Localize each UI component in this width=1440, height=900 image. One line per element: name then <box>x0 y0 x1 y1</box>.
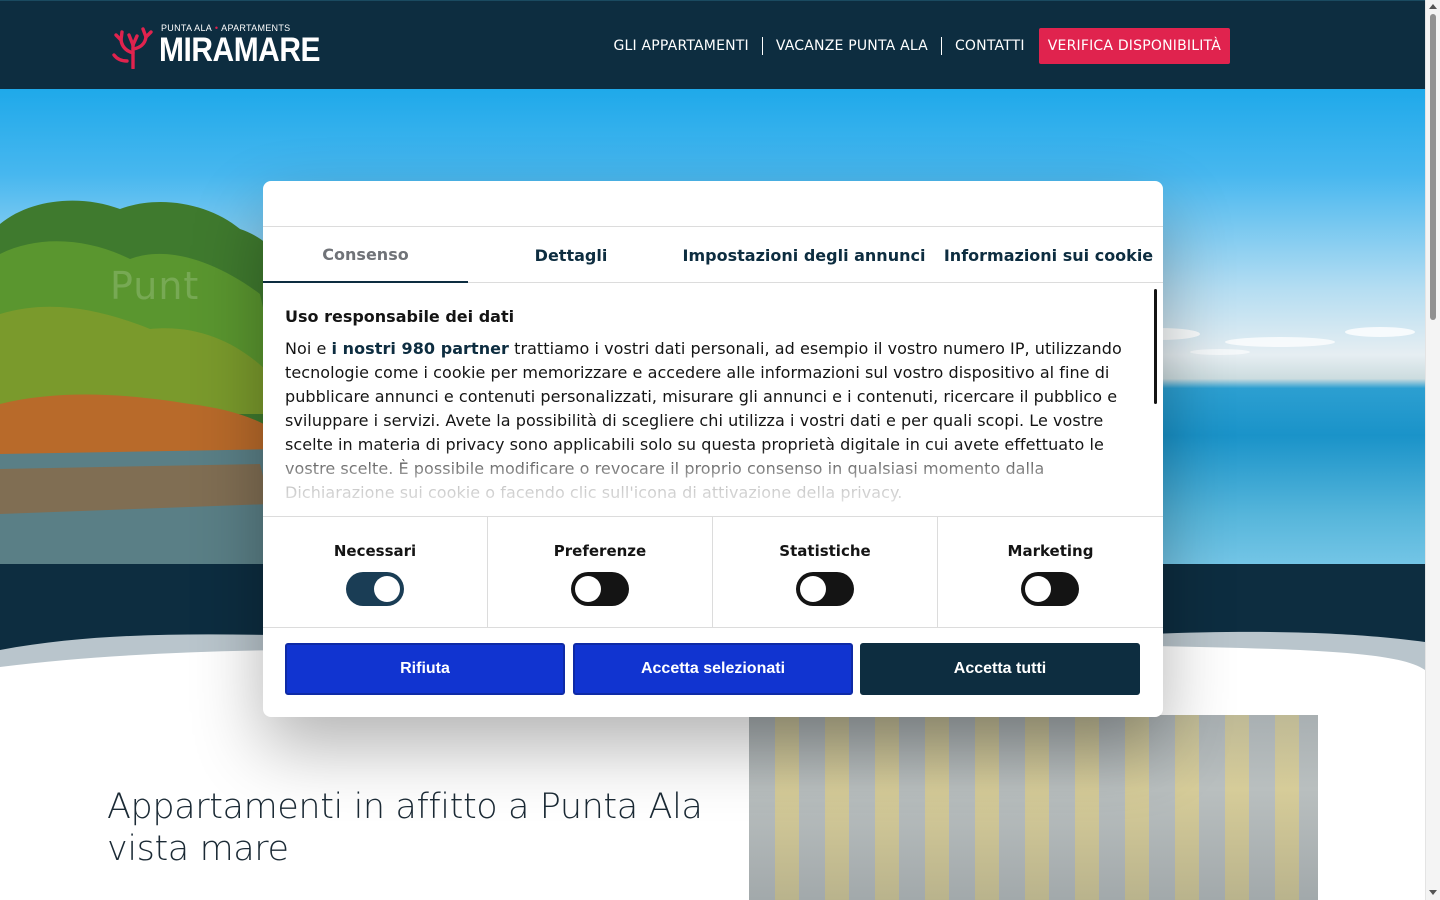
check-availability-button[interactable]: VERIFICA DISPONIBILITÀ <box>1038 28 1230 64</box>
consent-body[interactable]: Uso responsabile dei dati Noi e i nostri… <box>285 283 1131 516</box>
toggle-knob <box>575 576 601 602</box>
category-preferenze: Preferenze <box>488 517 713 627</box>
dialog-header-bar <box>263 181 1163 227</box>
accept-all-button[interactable]: Accetta tutti <box>860 643 1140 695</box>
apartment-photo <box>749 715 1318 900</box>
category-label: Marketing <box>1007 542 1094 560</box>
statistiche-toggle[interactable] <box>796 572 854 606</box>
category-statistiche: Statistiche <box>713 517 938 627</box>
text-fade-overlay <box>285 446 1131 516</box>
cookie-consent-dialog: Consenso Dettagli Impostazioni degli ann… <box>263 181 1163 717</box>
category-label: Necessari <box>333 542 417 560</box>
consent-body-scrollbar[interactable] <box>1154 289 1157 404</box>
scrollbar-thumb[interactable] <box>1430 14 1436 320</box>
scroll-down-arrow-icon[interactable] <box>1429 890 1437 895</box>
toggle-knob <box>1025 576 1051 602</box>
page-title: Appartamenti in affitto a Punta Ala vist… <box>107 787 703 869</box>
site-logo[interactable]: PUNTA ALA • APARTAMENTS MIRAMARE <box>112 21 320 71</box>
category-label: Statistiche <box>779 542 871 560</box>
coral-logo-icon <box>112 27 153 69</box>
tab-dettagli[interactable]: Dettagli <box>468 227 674 283</box>
hero-faint-text: Punt <box>110 264 200 308</box>
photo-shading <box>749 715 1318 900</box>
toggle-knob <box>374 576 400 602</box>
preferenze-toggle[interactable] <box>571 572 629 606</box>
consent-heading: Uso responsabile dei dati <box>285 307 515 326</box>
nav-link-appartamenti[interactable]: GLI APPARTAMENTI <box>600 38 761 54</box>
reject-button[interactable]: Rifiuta <box>285 643 565 695</box>
scroll-up-arrow-icon[interactable] <box>1429 4 1437 9</box>
tab-impostazioni-annunci[interactable]: Impostazioni degli annunci <box>674 227 934 283</box>
partners-link[interactable]: i nostri 980 partner <box>332 339 509 358</box>
site-header: PUNTA ALA • APARTAMENTS MIRAMARE GLI APP… <box>0 0 1425 89</box>
toggle-knob <box>800 576 826 602</box>
necessari-toggle[interactable] <box>346 572 404 606</box>
category-necessari: Necessari <box>263 517 488 627</box>
category-marketing: Marketing <box>938 517 1163 627</box>
tab-informazioni-cookie[interactable]: Informazioni sui cookie <box>934 227 1163 283</box>
tab-consenso[interactable]: Consenso <box>263 227 468 283</box>
consent-categories: Necessari Preferenze Statistiche Marketi… <box>263 516 1163 628</box>
category-label: Preferenze <box>553 542 647 560</box>
logo-brand-name: MIRAMARE <box>159 31 321 69</box>
main-navigation: GLI APPARTAMENTI VACANZE PUNTA ALA CONTA… <box>600 28 1230 64</box>
hero-coast-trees <box>0 200 300 564</box>
marketing-toggle[interactable] <box>1021 572 1079 606</box>
accept-selected-button[interactable]: Accetta selezionati <box>573 643 853 695</box>
nav-link-vacanze[interactable]: VACANZE PUNTA ALA <box>763 38 941 54</box>
consent-tabs: Consenso Dettagli Impostazioni degli ann… <box>263 227 1163 283</box>
nav-link-contatti[interactable]: CONTATTI <box>942 38 1038 54</box>
page-scrollbar[interactable] <box>1425 0 1440 900</box>
